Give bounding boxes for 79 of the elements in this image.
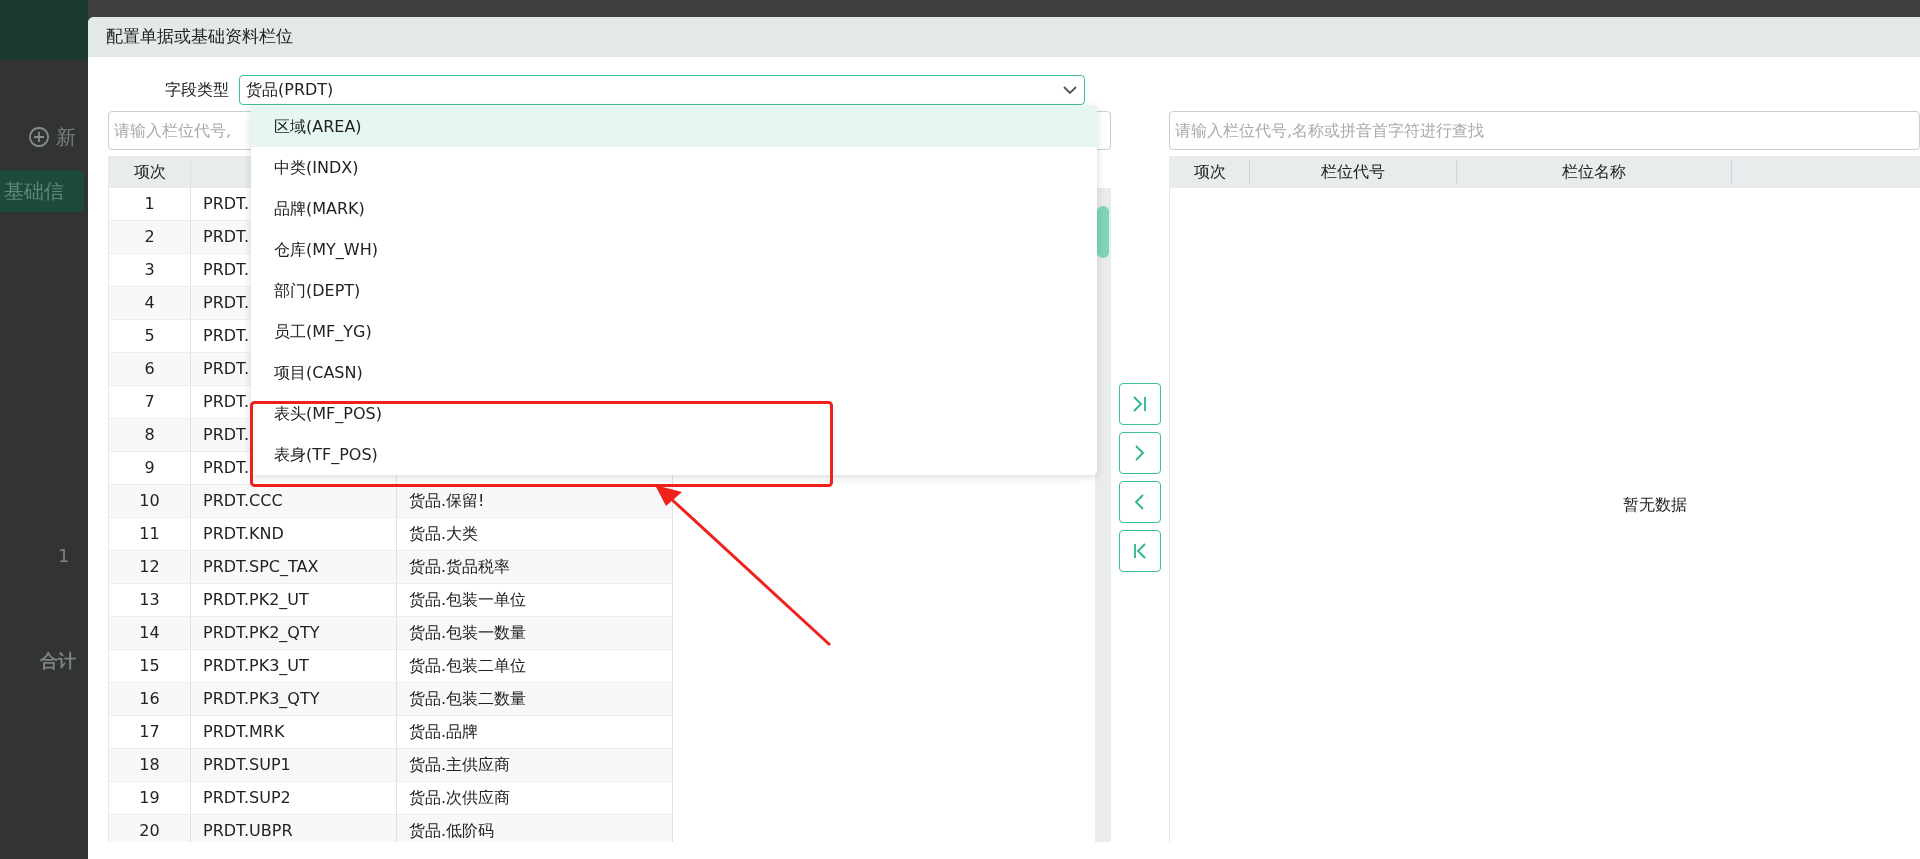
table-cell-text: PRDT.PK2_QTY	[203, 622, 320, 644]
dropdown-option[interactable]: 项目(CASN)	[251, 352, 1097, 393]
row-number: 6	[144, 358, 155, 380]
move-all-left-button[interactable]	[1119, 530, 1161, 572]
row-number: 1	[144, 193, 155, 215]
table-cell-text: PRDT.	[203, 424, 250, 446]
move-right-button[interactable]	[1119, 432, 1161, 474]
row-number: 7	[144, 391, 155, 413]
table-cell-text: 货品.包装二单位	[409, 655, 527, 677]
row-number: 14	[139, 622, 160, 644]
table-cell-text: 货品.次供应商	[409, 787, 511, 809]
table-cell-text: PRDT.KND	[203, 523, 284, 545]
field-type-label: 字段类型	[165, 79, 229, 101]
row-number: 20	[139, 820, 160, 842]
row-number: 19	[139, 787, 160, 809]
table-cell-text: PRDT.	[203, 358, 250, 380]
move-all-right-button[interactable]	[1119, 383, 1161, 425]
dropdown-option[interactable]: 表身(TF_POS)	[251, 434, 1097, 475]
move-left-button[interactable]	[1119, 481, 1161, 523]
table-cell-text: PRDT.	[203, 259, 250, 281]
table-cell-text: 货品.保留!	[409, 490, 485, 512]
dropdown-option[interactable]: 中类(INDX)	[251, 147, 1097, 188]
row-number: 15	[139, 655, 160, 677]
chevron-down-icon	[1062, 83, 1078, 97]
column-header: 栏位名称	[1562, 162, 1626, 181]
row-number: 2	[144, 226, 155, 248]
column-header: 项次	[133, 161, 166, 183]
row-number: 18	[139, 754, 160, 776]
dropdown-option[interactable]: 品牌(MARK)	[251, 188, 1097, 229]
dropdown-option[interactable]: 部门(DEPT)	[251, 270, 1097, 311]
dropdown-option[interactable]: 员工(MF_YG)	[251, 311, 1097, 352]
row-number: 13	[139, 589, 160, 611]
table-cell-text: PRDT.	[203, 325, 250, 347]
table-cell-text: 货品.主供应商	[409, 754, 511, 776]
row-number: 3	[144, 259, 155, 281]
empty-message: 暂无数据	[1623, 494, 1687, 516]
row-number: 4	[144, 292, 155, 314]
dialog-title: 配置单据或基础资料栏位	[106, 25, 293, 49]
table-cell-text: 货品.包装二数量	[409, 688, 527, 710]
dropdown-option[interactable]: 仓库(MY_WH)	[251, 229, 1097, 270]
table-cell-text: 货品.大类	[409, 523, 479, 545]
row-number: 17	[139, 721, 160, 743]
table-cell-text: PRDT.	[203, 457, 250, 479]
field-type-select[interactable]: 货品(PRDT)	[239, 75, 1085, 105]
table-cell-text: PRDT.PK2_UT	[203, 589, 309, 611]
table-cell-text: PRDT.PK3_QTY	[203, 688, 320, 710]
search-field[interactable]: 请输入栏位代号,名称或拼音首字符进行查找	[1169, 111, 1920, 150]
row-number: 10	[139, 490, 160, 512]
table-cell-text: 货品.包装一数量	[409, 622, 527, 644]
row-number: 9	[144, 457, 155, 479]
row-number: 16	[139, 688, 160, 710]
table-cell-text: 货品.低阶码	[409, 820, 495, 842]
table-cell-text: PRDT.SUP1	[203, 754, 291, 776]
column-header: 项次	[1193, 162, 1226, 181]
plus-circle-icon	[28, 126, 50, 148]
table-cell-text: 货品.包装一单位	[409, 589, 527, 611]
table-cell-text: 货品.货品税率	[409, 556, 511, 578]
row-number: 5	[144, 325, 155, 347]
row-number: 12	[139, 556, 160, 578]
table-cell-text: PRDT.	[203, 226, 250, 248]
scrollbar-thumb[interactable]	[1097, 206, 1109, 258]
table-cell-text: PRDT.PK3_UT	[203, 655, 309, 677]
table-cell-text: PRDT.SPC_TAX	[203, 556, 319, 578]
scrollbar[interactable]	[1095, 188, 1111, 842]
row-number: 8	[144, 424, 155, 446]
column-header: 栏位代号	[1321, 162, 1385, 181]
table-cell-text: PRDT.MRK	[203, 721, 285, 743]
table-cell-text: PRDT.UBPR	[203, 820, 293, 842]
table-cell-text: PRDT.CCC	[203, 490, 283, 512]
dropdown-option[interactable]: 表头(MF_POS)	[251, 393, 1097, 434]
table-cell-text: PRDT.	[203, 193, 250, 215]
table-cell-text: 货品.品牌	[409, 721, 479, 743]
table-cell-text: PRDT.	[203, 391, 250, 413]
row-number: 1	[58, 545, 70, 566]
table-cell-text: PRDT.	[203, 292, 250, 314]
total-label: 合计	[40, 650, 76, 671]
table-cell-text: PRDT.SUP2	[203, 787, 291, 809]
dropdown-option[interactable]: 区域(AREA)	[251, 106, 1097, 147]
row-number: 11	[139, 523, 160, 545]
